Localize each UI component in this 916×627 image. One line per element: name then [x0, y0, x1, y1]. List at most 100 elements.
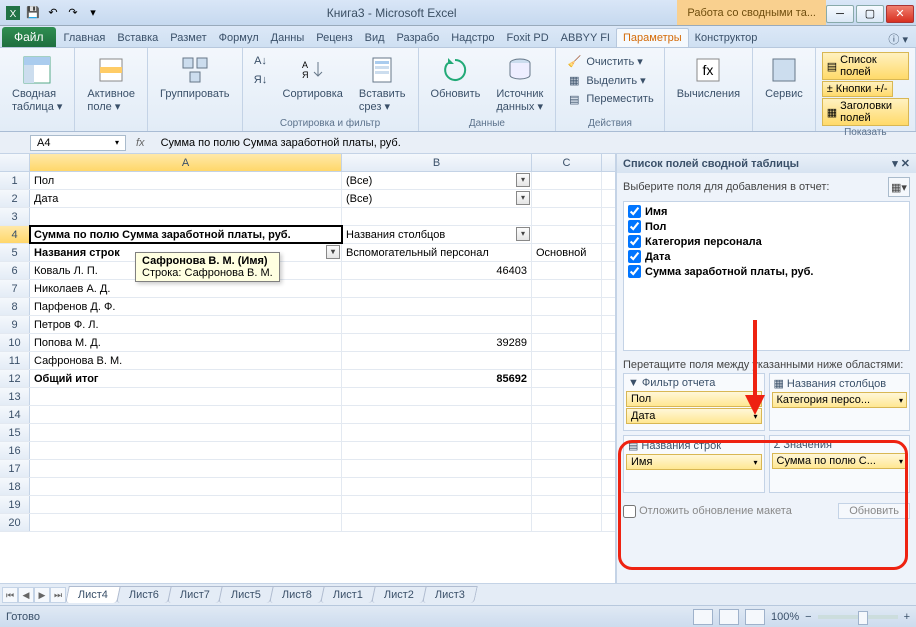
cell[interactable] — [532, 370, 602, 387]
cell[interactable]: Петров Ф. Л. — [30, 316, 342, 333]
row-header[interactable]: 5 — [0, 244, 30, 261]
row-header[interactable]: 11 — [0, 352, 30, 369]
row-header[interactable]: 19 — [0, 496, 30, 513]
excel-icon[interactable]: X — [4, 4, 22, 22]
cell[interactable] — [30, 460, 342, 477]
select-button[interactable]: ▦Выделить ▾ — [562, 71, 657, 89]
tab-foxit[interactable]: Foxit PD — [500, 29, 554, 47]
cell[interactable]: 39289 — [342, 334, 532, 351]
cell[interactable] — [30, 208, 342, 225]
cell[interactable]: Парфенов Д. Ф. — [30, 298, 342, 315]
tab-review[interactable]: Реценз — [310, 29, 358, 47]
row-header[interactable]: 6 — [0, 262, 30, 279]
save-icon[interactable]: 💾 — [24, 4, 42, 22]
cell[interactable] — [532, 514, 602, 531]
cell[interactable] — [532, 352, 602, 369]
cell[interactable] — [342, 298, 532, 315]
defer-checkbox[interactable] — [623, 505, 636, 518]
formula-input[interactable]: Сумма по полю Сумма заработной платы, ру… — [155, 136, 916, 150]
area-values[interactable]: ΣЗначения Сумма по полю С... — [769, 435, 911, 493]
cell[interactable] — [342, 316, 532, 333]
move-button[interactable]: ▤Переместить — [562, 90, 657, 108]
row-header[interactable]: 12 — [0, 370, 30, 387]
field-item[interactable]: Дата — [626, 249, 907, 264]
cell[interactable] — [342, 280, 532, 297]
row-header[interactable]: 8 — [0, 298, 30, 315]
field-item[interactable]: Сумма заработной платы, руб. — [626, 264, 907, 279]
cell[interactable] — [532, 406, 602, 423]
fx-icon[interactable]: fx — [126, 137, 155, 149]
row-header[interactable]: 3 — [0, 208, 30, 225]
active-field-button[interactable]: Активное поле ▾ — [81, 52, 141, 115]
tab-developer[interactable]: Разрабо — [391, 29, 446, 47]
row-header[interactable]: 20 — [0, 514, 30, 531]
maximize-button[interactable]: ▢ — [856, 5, 884, 23]
update-button[interactable]: Обновить — [838, 503, 910, 519]
cell[interactable]: Попова М. Д. — [30, 334, 342, 351]
field-item[interactable]: Категория персонала — [626, 234, 907, 249]
undo-icon[interactable]: ↶ — [44, 4, 62, 22]
cell[interactable]: Дата — [30, 190, 342, 207]
minimize-button[interactable]: ─ — [826, 5, 854, 23]
cell[interactable] — [342, 424, 532, 441]
qat-dropdown-icon[interactable]: ▾ — [84, 4, 102, 22]
sheet-first-icon[interactable]: ⏮ — [2, 587, 18, 603]
cell[interactable] — [532, 262, 602, 279]
cell[interactable] — [532, 388, 602, 405]
cell[interactable] — [30, 478, 342, 495]
cell[interactable] — [30, 406, 342, 423]
cell[interactable] — [30, 442, 342, 459]
filter-item-date[interactable]: Дата — [626, 408, 762, 424]
tab-addins[interactable]: Надстро — [445, 29, 500, 47]
area-report-filter[interactable]: ▼Фильтр отчета Пол Дата — [623, 373, 765, 431]
cell[interactable] — [30, 388, 342, 405]
redo-icon[interactable]: ↷ — [64, 4, 82, 22]
calculations-button[interactable]: fxВычисления — [671, 52, 746, 102]
view-layout-button[interactable] — [719, 609, 739, 625]
row-header[interactable]: 1 — [0, 172, 30, 189]
val-item-sum[interactable]: Сумма по полю С... — [772, 453, 908, 469]
cell[interactable] — [532, 424, 602, 441]
cell[interactable] — [532, 478, 602, 495]
tools-button[interactable]: Сервис — [759, 52, 809, 102]
sort-asc-button[interactable]: A↓ — [249, 52, 273, 70]
filter-dropdown-icon[interactable] — [516, 191, 530, 205]
tab-abbyy[interactable]: ABBYY FI — [555, 29, 616, 47]
cell[interactable] — [532, 316, 602, 333]
cell[interactable]: (Все) — [342, 190, 532, 207]
cell[interactable] — [342, 442, 532, 459]
tab-design[interactable]: Конструктор — [689, 29, 764, 47]
field-item[interactable]: Имя — [626, 204, 907, 219]
select-all-corner[interactable] — [0, 154, 30, 171]
row-header[interactable]: 16 — [0, 442, 30, 459]
cell[interactable] — [342, 478, 532, 495]
sort-desc-button[interactable]: Я↓ — [249, 71, 273, 89]
sheet-prev-icon[interactable]: ◀ — [18, 587, 34, 603]
sheet-tab[interactable]: Лист2 — [371, 586, 427, 603]
row-header[interactable]: 7 — [0, 280, 30, 297]
sort-button[interactable]: AЯСортировка — [277, 52, 349, 102]
sheet-tab[interactable]: Лист4 — [65, 586, 121, 603]
cell[interactable] — [532, 334, 602, 351]
cell[interactable] — [30, 424, 342, 441]
cell[interactable] — [342, 496, 532, 513]
tab-options[interactable]: Параметры — [616, 28, 689, 47]
ribbon-help-icon[interactable]: ⓘ ▾ — [880, 31, 916, 47]
tab-formulas[interactable]: Формул — [213, 29, 265, 47]
row-header[interactable]: 4 — [0, 226, 30, 243]
sheet-next-icon[interactable]: ▶ — [34, 587, 50, 603]
zoom-slider[interactable] — [818, 615, 898, 619]
row-header[interactable]: 2 — [0, 190, 30, 207]
zoom-out-button[interactable]: − — [805, 611, 811, 623]
cell[interactable] — [532, 208, 602, 225]
cell[interactable] — [342, 352, 532, 369]
cell[interactable] — [532, 226, 602, 243]
col-header-c[interactable]: C — [532, 154, 602, 171]
cell[interactable] — [532, 496, 602, 513]
field-list-toggle[interactable]: ▤Список полей — [822, 52, 909, 80]
buttons-toggle[interactable]: ±Кнопки +/- — [822, 81, 893, 97]
sheet-tab[interactable]: Лист7 — [167, 586, 223, 603]
layout-config-button[interactable]: ▦▾ — [888, 177, 910, 197]
row-header[interactable]: 14 — [0, 406, 30, 423]
col-header-a[interactable]: A — [30, 154, 342, 171]
